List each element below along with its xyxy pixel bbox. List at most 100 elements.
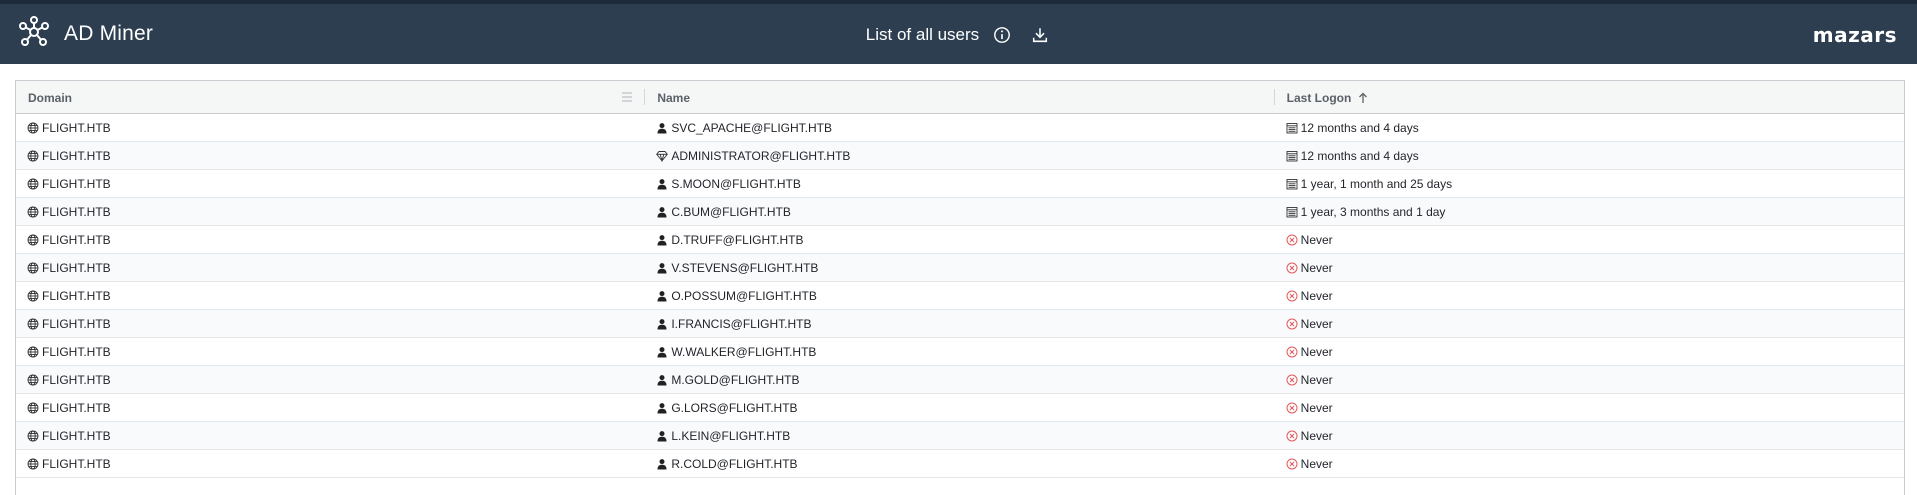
cell-last-logon-text: Never (1300, 400, 1333, 415)
cell-last-logon[interactable]: Never (1275, 450, 1904, 477)
cell-domain-text: FLIGHT.HTB (42, 120, 111, 135)
table-row[interactable]: FLIGHT.HTB M.GOLD@FLIGHT.HTB Never (16, 366, 1904, 394)
cell-last-logon[interactable]: 1 year, 1 month and 25 days (1275, 170, 1904, 197)
cell-last-logon[interactable]: Never (1275, 310, 1904, 337)
cell-name[interactable]: L.KEIN@FLIGHT.HTB (645, 422, 1274, 449)
user-icon (656, 402, 671, 414)
cell-domain[interactable]: FLIGHT.HTB (16, 114, 645, 141)
cell-domain[interactable]: FLIGHT.HTB (16, 394, 645, 421)
cell-last-logon[interactable]: 12 months and 4 days (1275, 114, 1904, 141)
cell-domain-text: FLIGHT.HTB (42, 372, 111, 387)
cell-last-logon-text: 12 months and 4 days (1300, 148, 1419, 163)
table-row[interactable]: FLIGHT.HTB L.KEIN@FLIGHT.HTB Never (16, 422, 1904, 450)
cell-last-logon[interactable]: Never (1275, 366, 1904, 393)
cell-domain-text: FLIGHT.HTB (42, 400, 111, 415)
cell-last-logon[interactable]: Never (1275, 422, 1904, 449)
cell-last-logon[interactable]: Never (1275, 226, 1904, 253)
cell-name[interactable]: G.LORS@FLIGHT.HTB (645, 394, 1274, 421)
cell-last-logon[interactable]: Never (1275, 338, 1904, 365)
calendar-icon (1286, 150, 1301, 162)
cell-name[interactable]: V.STEVENS@FLIGHT.HTB (645, 254, 1274, 281)
sort-ascending-icon (1359, 92, 1368, 103)
users-table: Domain Name Last Logon FLIGHT.HTB SVC_APA… (15, 80, 1905, 495)
cell-domain-text: FLIGHT.HTB (42, 456, 111, 471)
cell-domain-text: FLIGHT.HTB (42, 344, 111, 359)
cell-domain[interactable]: FLIGHT.HTB (16, 170, 645, 197)
table-row[interactable]: FLIGHT.HTB O.POSSUM@FLIGHT.HTB Never (16, 282, 1904, 310)
cell-last-logon[interactable]: Never (1275, 254, 1904, 281)
user-icon (656, 178, 671, 190)
never-icon (1286, 430, 1301, 442)
table-row[interactable]: FLIGHT.HTB V.STEVENS@FLIGHT.HTB Never (16, 254, 1904, 282)
page-title: List of all users (865, 25, 980, 44)
cell-last-logon[interactable]: 1 year, 3 months and 1 day (1275, 198, 1904, 225)
cell-last-logon-text: Never (1300, 288, 1333, 303)
cell-domain[interactable]: FLIGHT.HTB (16, 198, 645, 225)
cell-last-logon-text: Never (1300, 260, 1333, 275)
cell-name[interactable]: I.FRANCIS@FLIGHT.HTB (645, 310, 1274, 337)
column-header-name[interactable]: Name (645, 81, 1275, 114)
cell-domain-text: FLIGHT.HTB (42, 204, 111, 219)
table-row[interactable]: FLIGHT.HTB ADMINISTRATOR@FLIGHT.HTB 12 mon… (16, 142, 1904, 170)
cell-name-text: O.POSSUM@FLIGHT.HTB (671, 288, 817, 303)
cell-name[interactable]: ADMINISTRATOR@FLIGHT.HTB (645, 142, 1274, 169)
column-header-last-logon[interactable]: Last Logon (1275, 81, 1904, 114)
table-row[interactable]: FLIGHT.HTB SVC_APACHE@FLIGHT.HTB 12 months… (16, 114, 1904, 142)
cell-name[interactable]: C.BUM@FLIGHT.HTB (645, 198, 1274, 225)
cell-last-logon[interactable]: 12 months and 4 days (1275, 142, 1904, 169)
cell-domain-text: FLIGHT.HTB (42, 288, 111, 303)
brand[interactable]: AD Miner (18, 15, 153, 49)
cell-domain[interactable]: FLIGHT.HTB (16, 142, 645, 169)
table-row[interactable]: FLIGHT.HTB C.BUM@FLIGHT.HTB 1 year, 3 mont… (16, 198, 1904, 226)
cell-name[interactable]: R.COLD@FLIGHT.HTB (645, 450, 1274, 477)
globe-icon (27, 290, 42, 302)
cell-name[interactable]: W.WALKER@FLIGHT.HTB (645, 338, 1274, 365)
cell-last-logon[interactable]: Never (1275, 282, 1904, 309)
cell-last-logon-text: 12 months and 4 days (1300, 120, 1419, 135)
cell-last-logon-text: Never (1300, 456, 1333, 471)
cell-domain[interactable]: FLIGHT.HTB (16, 310, 645, 337)
cell-domain[interactable]: FLIGHT.HTB (16, 226, 645, 253)
page-title-bar: List of all users (0, 20, 1917, 50)
cell-name[interactable]: O.POSSUM@FLIGHT.HTB (645, 282, 1274, 309)
table-row[interactable]: FLIGHT.HTB W.WALKER@FLIGHT.HTB Never (16, 338, 1904, 366)
cell-domain[interactable]: FLIGHT.HTB (16, 366, 645, 393)
cell-domain[interactable]: FLIGHT.HTB (16, 450, 645, 477)
download-icon (1033, 28, 1048, 43)
cell-name[interactable]: SVC_APACHE@FLIGHT.HTB (645, 114, 1274, 141)
cell-name-text: D.TRUFF@FLIGHT.HTB (671, 232, 804, 247)
cell-domain[interactable]: FLIGHT.HTB (16, 422, 645, 449)
cell-domain[interactable]: FLIGHT.HTB (16, 282, 645, 309)
cell-name-text: L.KEIN@FLIGHT.HTB (671, 428, 791, 443)
info-button[interactable] (991, 24, 1013, 46)
mazars-logo: mazars (1812, 23, 1897, 47)
column-label-domain: Domain (28, 90, 73, 105)
cell-name-text: W.WALKER@FLIGHT.HTB (671, 344, 817, 359)
cell-name-text: G.LORS@FLIGHT.HTB (671, 400, 798, 415)
never-icon (1286, 346, 1301, 358)
table-row[interactable]: FLIGHT.HTB D.TRUFF@FLIGHT.HTB Never (16, 226, 1904, 254)
cell-domain-text: FLIGHT.HTB (42, 316, 111, 331)
cell-domain[interactable]: FLIGHT.HTB (16, 338, 645, 365)
cell-domain-text: FLIGHT.HTB (42, 428, 111, 443)
cell-name[interactable]: M.GOLD@FLIGHT.HTB (645, 366, 1274, 393)
column-menu-icon[interactable] (621, 90, 633, 104)
globe-icon (27, 318, 42, 330)
globe-icon (27, 234, 42, 246)
user-icon (656, 290, 671, 302)
cell-last-logon-text: Never (1300, 344, 1333, 359)
cell-name[interactable]: D.TRUFF@FLIGHT.HTB (645, 226, 1274, 253)
table-row[interactable]: FLIGHT.HTB G.LORS@FLIGHT.HTB Never (16, 394, 1904, 422)
cell-last-logon[interactable]: Never (1275, 394, 1904, 421)
globe-icon (27, 262, 42, 274)
user-icon (656, 430, 671, 442)
column-header-domain[interactable]: Domain (16, 81, 646, 114)
table-row[interactable]: FLIGHT.HTB I.FRANCIS@FLIGHT.HTB Never (16, 310, 1904, 338)
cell-name[interactable]: S.MOON@FLIGHT.HTB (645, 170, 1274, 197)
cell-domain[interactable]: FLIGHT.HTB (16, 254, 645, 281)
table-row[interactable]: FLIGHT.HTB S.MOON@FLIGHT.HTB 1 year, 1 mon… (16, 170, 1904, 198)
calendar-icon (1286, 122, 1301, 134)
table-row[interactable]: FLIGHT.HTB R.COLD@FLIGHT.HTB Never (16, 450, 1904, 478)
download-button[interactable] (1029, 24, 1051, 46)
cell-domain-text: FLIGHT.HTB (42, 176, 111, 191)
